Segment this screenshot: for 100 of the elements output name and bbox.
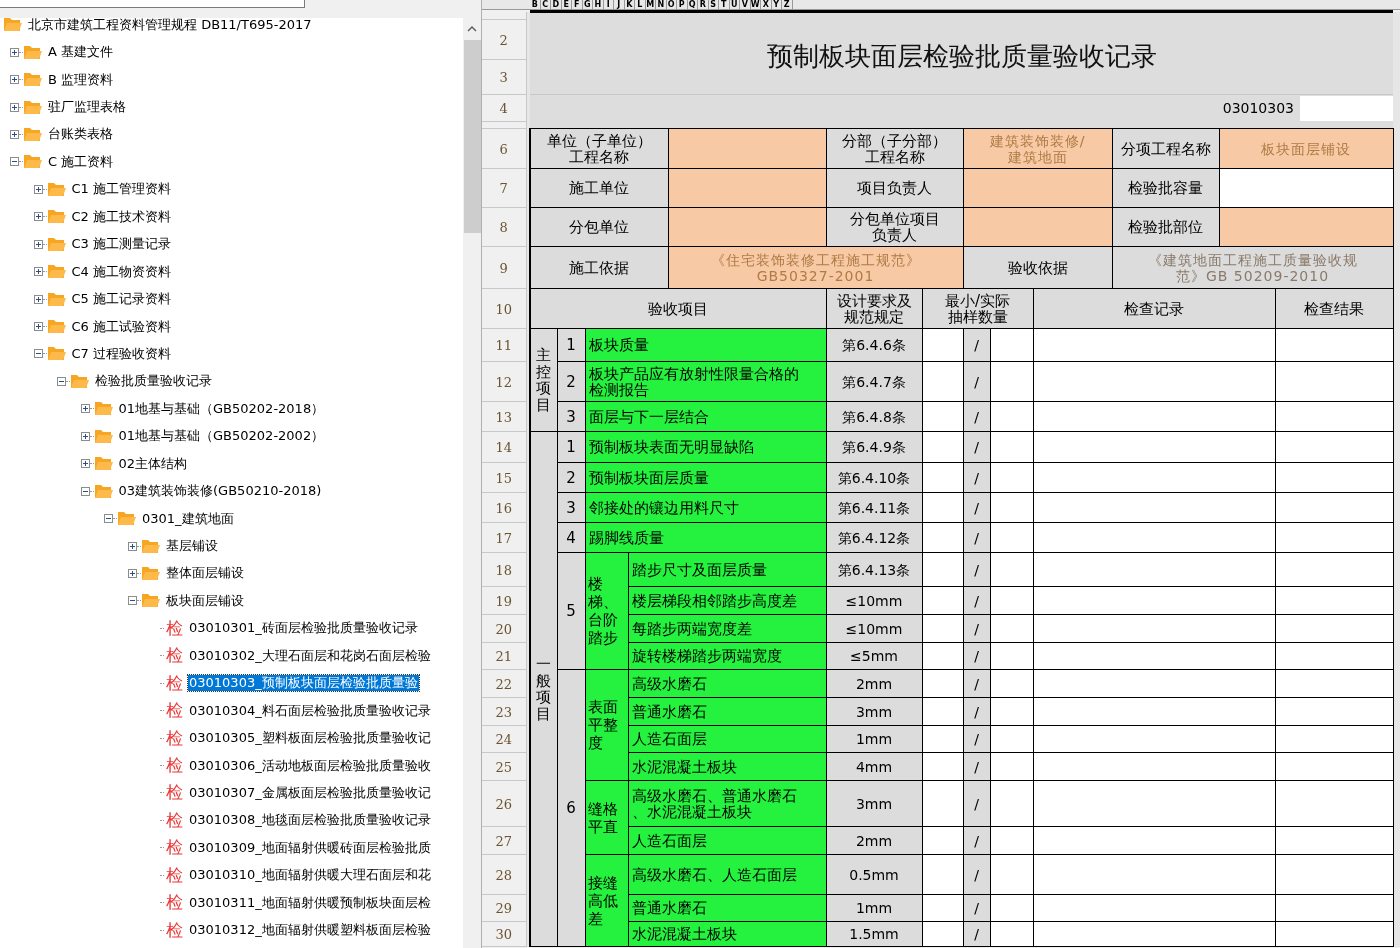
tree-item[interactable]: 03010312_地面辐射供暖塑料板面层检验 bbox=[188, 922, 432, 939]
blank-cell bbox=[990, 552, 1033, 587]
tree-item[interactable]: B 监理资料 bbox=[47, 71, 115, 88]
expand-icon[interactable] bbox=[80, 404, 90, 414]
expand-icon[interactable] bbox=[80, 459, 90, 469]
folder-icon bbox=[93, 455, 114, 473]
tree-item[interactable]: 检验批质量验收记录 bbox=[94, 373, 213, 390]
tree-item[interactable]: 03010304_料石面层检验批质量验收记录 bbox=[188, 702, 432, 719]
blank-cell bbox=[990, 614, 1033, 643]
tree-item[interactable]: C1 施工管理资料 bbox=[70, 181, 172, 198]
expand-icon[interactable] bbox=[127, 541, 137, 551]
expand-icon[interactable] bbox=[33, 212, 43, 222]
tree-item[interactable]: 03建筑装饰装修(GB50210-2018) bbox=[117, 483, 323, 500]
tree-item[interactable]: 03010303_预制板块面层检验批质量验 bbox=[188, 675, 419, 692]
tree-item[interactable]: 北京市建筑工程资料管理规程 DB11/T695-2017 bbox=[27, 18, 313, 33]
expand-icon[interactable] bbox=[33, 267, 43, 277]
tree-item[interactable]: 板块面层铺设 bbox=[164, 592, 245, 609]
expand-icon[interactable] bbox=[33, 322, 43, 332]
item-name: 人造石面层 bbox=[628, 725, 826, 753]
tree-item[interactable]: C 施工资料 bbox=[47, 153, 115, 170]
tree-item[interactable]: 01地基与基础（GB50202-2018） bbox=[117, 400, 326, 417]
expand-icon[interactable] bbox=[127, 568, 137, 578]
tree-item[interactable]: 03010306_活动地板面层检验批质量验收 bbox=[188, 757, 432, 774]
tree-item[interactable]: C7 过程验收资料 bbox=[70, 345, 172, 362]
expand-icon[interactable] bbox=[10, 129, 19, 139]
tree-item[interactable]: 03010311_地面辐射供暖预制板块面层检 bbox=[188, 894, 432, 911]
info-label: 验收依据 bbox=[963, 246, 1112, 289]
field-value: 《住宅装饰装修工程施工规范》 bbox=[709, 251, 922, 268]
column-letter: R bbox=[698, 0, 709, 9]
expand-icon[interactable] bbox=[10, 102, 19, 112]
tree-item[interactable]: 基层铺设 bbox=[164, 538, 219, 555]
code-field[interactable] bbox=[1300, 95, 1393, 121]
tree-item[interactable]: 驻厂监理表格 bbox=[47, 99, 127, 116]
item-name: 邻接处的镶边用料尺寸 bbox=[585, 492, 826, 523]
tree-item[interactable]: 03010310_地面辐射供暖大理石面层和花 bbox=[188, 867, 432, 884]
collapse-icon[interactable] bbox=[104, 514, 113, 524]
column-letter: Z bbox=[782, 0, 793, 9]
column-letter: V bbox=[740, 0, 751, 9]
collapse-icon[interactable] bbox=[127, 596, 137, 606]
item-name: 板块产品应有放射性限量合格的 bbox=[588, 365, 800, 382]
tree-item[interactable]: 0301_建筑地面 bbox=[141, 510, 235, 527]
row-number: 17 bbox=[495, 530, 512, 546]
tree-item[interactable]: 03010305_塑料板面层检验批质量验收记 bbox=[188, 730, 432, 747]
group-label: 楼梯、台阶踏步 bbox=[585, 552, 628, 670]
text-field[interactable] bbox=[0, 0, 305, 8]
column-letter: C bbox=[540, 0, 551, 9]
tree-item[interactable]: 02主体结构 bbox=[117, 455, 189, 472]
scrollbar[interactable] bbox=[463, 18, 481, 948]
folder-icon bbox=[46, 263, 67, 281]
form-type-label: 检 bbox=[164, 839, 184, 857]
tree-item[interactable]: 03010309_地面辐射供暖砖面层检验批质 bbox=[188, 839, 432, 856]
folder-icon bbox=[70, 372, 90, 390]
blank-cell bbox=[990, 401, 1033, 432]
collapse-icon[interactable] bbox=[10, 157, 19, 167]
tree-item[interactable]: 整体面层铺设 bbox=[164, 565, 245, 582]
folder-icon bbox=[23, 98, 43, 116]
form-type-label: 检 bbox=[164, 811, 184, 829]
tree-item[interactable]: C4 施工物资资料 bbox=[70, 263, 172, 280]
item-name: 人造石面层 bbox=[628, 826, 826, 855]
column-letter: I bbox=[603, 0, 614, 9]
info-label: 检验批部位 bbox=[1112, 207, 1219, 247]
tree-item[interactable]: 台账类表格 bbox=[47, 126, 114, 143]
row-number: 21 bbox=[495, 649, 512, 664]
row-number: 13 bbox=[495, 409, 512, 425]
tree-item[interactable]: C2 施工技术资料 bbox=[70, 208, 172, 225]
tree-item[interactable]: 03010301_砖面层检验批质量验收记录 bbox=[188, 620, 419, 637]
scrollbar-thumb[interactable] bbox=[463, 40, 481, 233]
expand-icon[interactable] bbox=[80, 431, 90, 441]
tree-item[interactable]: 03010307_金属板面层检验批质量验收记 bbox=[188, 784, 432, 801]
tree-item[interactable]: C6 施工试验资料 bbox=[70, 318, 172, 335]
expand-icon[interactable] bbox=[33, 239, 43, 249]
tree-item[interactable]: 03010302_大理石面层和花岗石面层检验 bbox=[188, 647, 432, 664]
spec-value: 4mm bbox=[826, 752, 922, 781]
item-name: 预制板块表面无明显缺陷 bbox=[585, 431, 826, 463]
expand-icon[interactable] bbox=[33, 294, 43, 304]
spec-value: 第6.4.9条 bbox=[826, 431, 922, 463]
expand-icon[interactable] bbox=[10, 75, 19, 85]
expand-icon[interactable] bbox=[10, 47, 19, 57]
column-letter: N bbox=[656, 0, 667, 9]
tree-item[interactable]: 03010308_地毯面层检验批质量验收记录 bbox=[188, 812, 432, 829]
tree-item[interactable]: C5 施工记录资料 bbox=[70, 291, 172, 308]
tree-item[interactable]: C3 施工测量记录 bbox=[70, 236, 172, 253]
tree-item[interactable]: 01地基与基础（GB50202-2002） bbox=[117, 428, 326, 445]
collapse-icon[interactable] bbox=[80, 486, 90, 496]
collapse-icon[interactable] bbox=[57, 376, 66, 386]
column-letter: P bbox=[677, 0, 688, 9]
row-number: 7 bbox=[499, 181, 508, 196]
column-letter: W bbox=[750, 0, 761, 9]
folder-icon bbox=[46, 180, 67, 198]
folder-icon bbox=[46, 345, 67, 363]
spec-value: ≤10mm bbox=[826, 586, 922, 615]
tree-item[interactable]: A 基建文件 bbox=[47, 44, 115, 61]
scroll-up-icon[interactable] bbox=[467, 25, 477, 32]
spec-value: 第6.4.8条 bbox=[826, 401, 922, 432]
collapse-icon[interactable] bbox=[33, 349, 43, 359]
expand-icon[interactable] bbox=[33, 184, 43, 194]
info-label: 分包单位 bbox=[530, 207, 668, 247]
form-type-label: 检 bbox=[164, 674, 184, 692]
column-letter: X bbox=[761, 0, 772, 9]
column-letter: B bbox=[530, 0, 541, 9]
